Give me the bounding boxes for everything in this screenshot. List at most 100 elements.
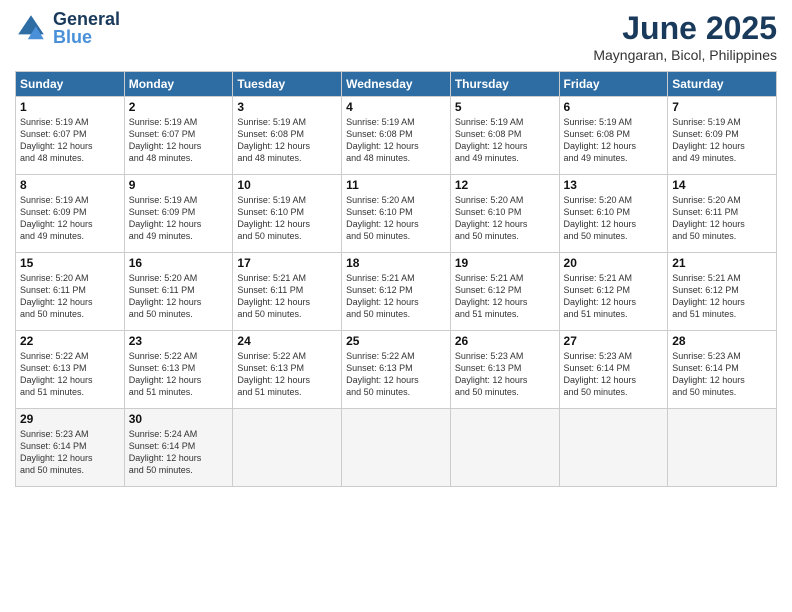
table-row: 30 Sunrise: 5:24 AM Sunset: 6:14 PM Dayl… [124,409,233,487]
day-number: 17 [237,256,337,270]
day-info: Sunrise: 5:19 AM Sunset: 6:09 PM Dayligh… [672,116,772,165]
table-row: 7 Sunrise: 5:19 AM Sunset: 6:09 PM Dayli… [668,97,777,175]
table-row: 10 Sunrise: 5:19 AM Sunset: 6:10 PM Dayl… [233,175,342,253]
day-info: Sunrise: 5:24 AM Sunset: 6:14 PM Dayligh… [129,428,229,477]
day-info: Sunrise: 5:19 AM Sunset: 6:07 PM Dayligh… [129,116,229,165]
table-row: 20 Sunrise: 5:21 AM Sunset: 6:12 PM Dayl… [559,253,668,331]
day-number: 4 [346,100,446,114]
day-number: 5 [455,100,555,114]
day-number: 8 [20,178,120,192]
table-row: 22 Sunrise: 5:22 AM Sunset: 6:13 PM Dayl… [16,331,125,409]
table-row: 12 Sunrise: 5:20 AM Sunset: 6:10 PM Dayl… [450,175,559,253]
day-info: Sunrise: 5:19 AM Sunset: 6:08 PM Dayligh… [237,116,337,165]
table-row: 1 Sunrise: 5:19 AM Sunset: 6:07 PM Dayli… [16,97,125,175]
day-number: 24 [237,334,337,348]
calendar-table: Sunday Monday Tuesday Wednesday Thursday… [15,71,777,487]
table-row: 3 Sunrise: 5:19 AM Sunset: 6:08 PM Dayli… [233,97,342,175]
table-row: 13 Sunrise: 5:20 AM Sunset: 6:10 PM Dayl… [559,175,668,253]
day-info: Sunrise: 5:20 AM Sunset: 6:11 PM Dayligh… [20,272,120,321]
day-number: 6 [564,100,664,114]
day-info: Sunrise: 5:22 AM Sunset: 6:13 PM Dayligh… [129,350,229,399]
day-number: 26 [455,334,555,348]
table-row: 25 Sunrise: 5:22 AM Sunset: 6:13 PM Dayl… [342,331,451,409]
table-row: 14 Sunrise: 5:20 AM Sunset: 6:11 PM Dayl… [668,175,777,253]
day-number: 15 [20,256,120,270]
table-row: 21 Sunrise: 5:21 AM Sunset: 6:12 PM Dayl… [668,253,777,331]
day-info: Sunrise: 5:22 AM Sunset: 6:13 PM Dayligh… [237,350,337,399]
empty-cell [559,409,668,487]
day-number: 2 [129,100,229,114]
table-row: 26 Sunrise: 5:23 AM Sunset: 6:13 PM Dayl… [450,331,559,409]
day-info: Sunrise: 5:19 AM Sunset: 6:07 PM Dayligh… [20,116,120,165]
day-number: 20 [564,256,664,270]
day-number: 13 [564,178,664,192]
day-info: Sunrise: 5:21 AM Sunset: 6:11 PM Dayligh… [237,272,337,321]
day-info: Sunrise: 5:21 AM Sunset: 6:12 PM Dayligh… [564,272,664,321]
col-wednesday: Wednesday [342,72,451,97]
col-friday: Friday [559,72,668,97]
day-info: Sunrise: 5:23 AM Sunset: 6:14 PM Dayligh… [20,428,120,477]
day-info: Sunrise: 5:19 AM Sunset: 6:08 PM Dayligh… [455,116,555,165]
day-number: 25 [346,334,446,348]
day-info: Sunrise: 5:20 AM Sunset: 6:11 PM Dayligh… [129,272,229,321]
day-number: 29 [20,412,120,426]
empty-cell [450,409,559,487]
col-sunday: Sunday [16,72,125,97]
day-number: 10 [237,178,337,192]
day-number: 11 [346,178,446,192]
table-row: 6 Sunrise: 5:19 AM Sunset: 6:08 PM Dayli… [559,97,668,175]
table-row: 23 Sunrise: 5:22 AM Sunset: 6:13 PM Dayl… [124,331,233,409]
day-number: 30 [129,412,229,426]
table-row: 24 Sunrise: 5:22 AM Sunset: 6:13 PM Dayl… [233,331,342,409]
day-info: Sunrise: 5:22 AM Sunset: 6:13 PM Dayligh… [346,350,446,399]
day-info: Sunrise: 5:19 AM Sunset: 6:09 PM Dayligh… [129,194,229,243]
day-info: Sunrise: 5:19 AM Sunset: 6:10 PM Dayligh… [237,194,337,243]
day-number: 28 [672,334,772,348]
day-number: 1 [20,100,120,114]
logo-text: GeneralBlue [53,10,120,46]
logo-icon [15,12,47,44]
table-row: 16 Sunrise: 5:20 AM Sunset: 6:11 PM Dayl… [124,253,233,331]
calendar-header-row: Sunday Monday Tuesday Wednesday Thursday… [16,72,777,97]
day-info: Sunrise: 5:23 AM Sunset: 6:13 PM Dayligh… [455,350,555,399]
day-number: 27 [564,334,664,348]
day-info: Sunrise: 5:20 AM Sunset: 6:10 PM Dayligh… [346,194,446,243]
page-header: GeneralBlue June 2025 Mayngaran, Bicol, … [15,10,777,63]
col-monday: Monday [124,72,233,97]
title-block: June 2025 Mayngaran, Bicol, Philippines [593,10,777,63]
day-number: 19 [455,256,555,270]
day-info: Sunrise: 5:20 AM Sunset: 6:10 PM Dayligh… [455,194,555,243]
table-row: 27 Sunrise: 5:23 AM Sunset: 6:14 PM Dayl… [559,331,668,409]
col-tuesday: Tuesday [233,72,342,97]
day-number: 21 [672,256,772,270]
day-number: 14 [672,178,772,192]
table-row: 11 Sunrise: 5:20 AM Sunset: 6:10 PM Dayl… [342,175,451,253]
day-info: Sunrise: 5:21 AM Sunset: 6:12 PM Dayligh… [455,272,555,321]
day-info: Sunrise: 5:20 AM Sunset: 6:11 PM Dayligh… [672,194,772,243]
day-number: 22 [20,334,120,348]
table-row: 4 Sunrise: 5:19 AM Sunset: 6:08 PM Dayli… [342,97,451,175]
day-number: 7 [672,100,772,114]
day-number: 3 [237,100,337,114]
table-row: 2 Sunrise: 5:19 AM Sunset: 6:07 PM Dayli… [124,97,233,175]
table-row: 17 Sunrise: 5:21 AM Sunset: 6:11 PM Dayl… [233,253,342,331]
table-row: 5 Sunrise: 5:19 AM Sunset: 6:08 PM Dayli… [450,97,559,175]
day-info: Sunrise: 5:23 AM Sunset: 6:14 PM Dayligh… [564,350,664,399]
table-row: 9 Sunrise: 5:19 AM Sunset: 6:09 PM Dayli… [124,175,233,253]
empty-cell [342,409,451,487]
table-row: 28 Sunrise: 5:23 AM Sunset: 6:14 PM Dayl… [668,331,777,409]
day-info: Sunrise: 5:20 AM Sunset: 6:10 PM Dayligh… [564,194,664,243]
empty-cell [668,409,777,487]
day-info: Sunrise: 5:23 AM Sunset: 6:14 PM Dayligh… [672,350,772,399]
main-title: June 2025 [593,10,777,47]
logo: GeneralBlue [15,10,120,46]
subtitle: Mayngaran, Bicol, Philippines [593,47,777,63]
day-info: Sunrise: 5:19 AM Sunset: 6:09 PM Dayligh… [20,194,120,243]
day-number: 12 [455,178,555,192]
table-row: 19 Sunrise: 5:21 AM Sunset: 6:12 PM Dayl… [450,253,559,331]
col-thursday: Thursday [450,72,559,97]
day-number: 16 [129,256,229,270]
day-number: 9 [129,178,229,192]
table-row: 8 Sunrise: 5:19 AM Sunset: 6:09 PM Dayli… [16,175,125,253]
day-number: 18 [346,256,446,270]
